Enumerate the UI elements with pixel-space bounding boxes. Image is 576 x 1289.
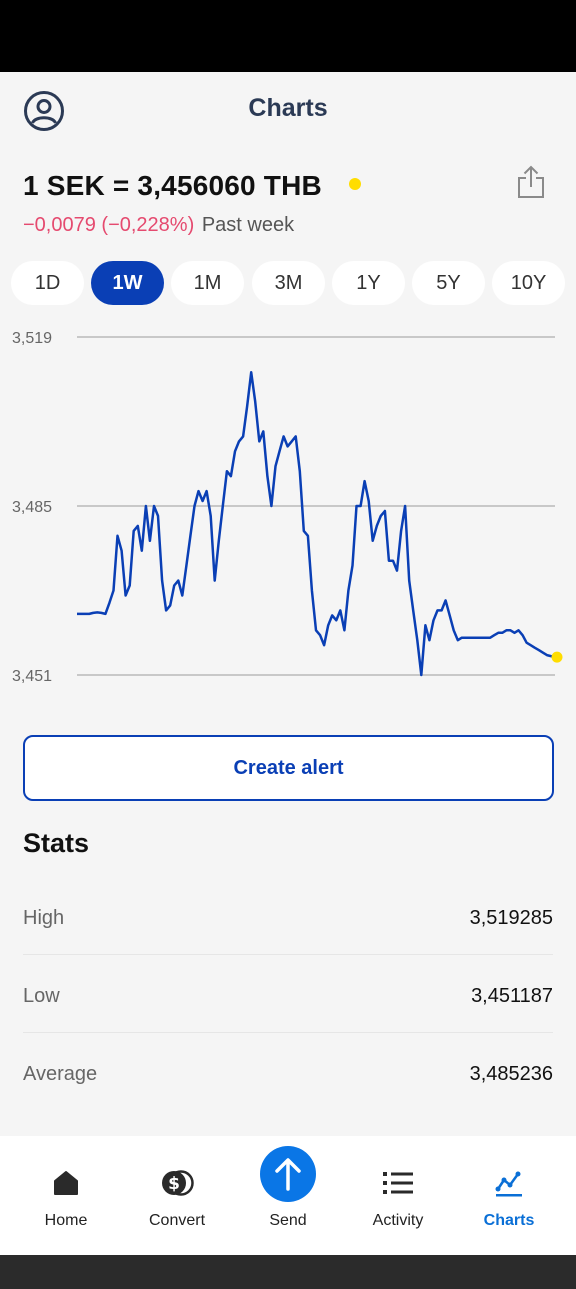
svg-text:$: $ [168,1174,180,1194]
nav-item-activity[interactable]: Activity [343,1136,453,1255]
range-tabs: 1D 1W 1M 3M 1Y 5Y 10Y [11,261,567,305]
nav-label: Convert [148,1212,206,1229]
current-value-marker [551,651,563,663]
range-tab-3m[interactable]: 3M [252,261,325,305]
range-tab-1w[interactable]: 1W [91,261,164,305]
y-tick-label: 3,485 [12,499,52,516]
nav-item-charts[interactable]: Charts [454,1136,564,1255]
y-tick-label: 3,451 [12,668,52,685]
rate-change-value: −0,0079 (−0,228%) [23,214,195,236]
bottom-nav: Home $ Convert Send Activity Charts [0,1136,576,1255]
range-tab-10y[interactable]: 10Y [492,261,565,305]
stat-row-low: Low 3,451187 [23,955,553,1033]
stat-value: 3,485236 [469,1063,553,1085]
system-nav-bar [0,1255,576,1289]
y-tick-label: 3,519 [12,330,52,347]
range-tab-1d[interactable]: 1D [11,261,84,305]
stat-row-high: High 3,519285 [23,877,553,955]
share-button[interactable] [514,162,548,202]
send-button[interactable] [260,1146,316,1202]
nav-item-convert[interactable]: $ Convert [122,1136,232,1255]
arrow-up-icon [275,1158,301,1191]
nav-label: Send [269,1212,307,1229]
share-icon [518,165,544,198]
dollar-coins-icon: $ [162,1170,194,1196]
nav-item-home[interactable]: Home [11,1136,121,1255]
exchange-rate: 1 SEK = 3,456060 THB [23,170,322,201]
rate-change: −0,0079 (−0,228%) Past week [23,214,294,237]
nav-label: Activity [372,1212,424,1229]
list-icon [383,1172,413,1194]
stat-label: Low [23,985,60,1007]
chart-line-icon [495,1171,522,1197]
range-tab-5y[interactable]: 5Y [412,261,485,305]
home-icon [54,1171,78,1195]
charts-screen: Charts 1 SEK = 3,456060 THB −0,0079 (−0,… [0,72,576,1255]
nav-label: Home [44,1212,88,1229]
stat-label: High [23,907,65,929]
rate-change-period: Past week [201,214,295,236]
page-title: Charts [248,94,328,122]
stats-title: Stats [23,828,90,858]
stat-label: Average [23,1063,98,1085]
range-tab-1m[interactable]: 1M [171,261,244,305]
stat-row-average: Average 3,485236 [23,1033,553,1111]
header: Charts [0,72,576,148]
live-indicator-dot [349,178,361,190]
create-alert-button[interactable]: Create alert [23,735,554,801]
stat-value: 3,519285 [469,907,553,929]
series-line [77,371,556,677]
range-tab-1y[interactable]: 1Y [332,261,405,305]
nav-label: Charts [483,1212,535,1229]
nav-item-send[interactable]: Send [233,1136,343,1255]
status-bar [0,0,576,72]
stat-value: 3,451187 [471,985,553,1007]
rate-line-chart[interactable]: 3,519 3,485 3,451 [0,317,576,692]
